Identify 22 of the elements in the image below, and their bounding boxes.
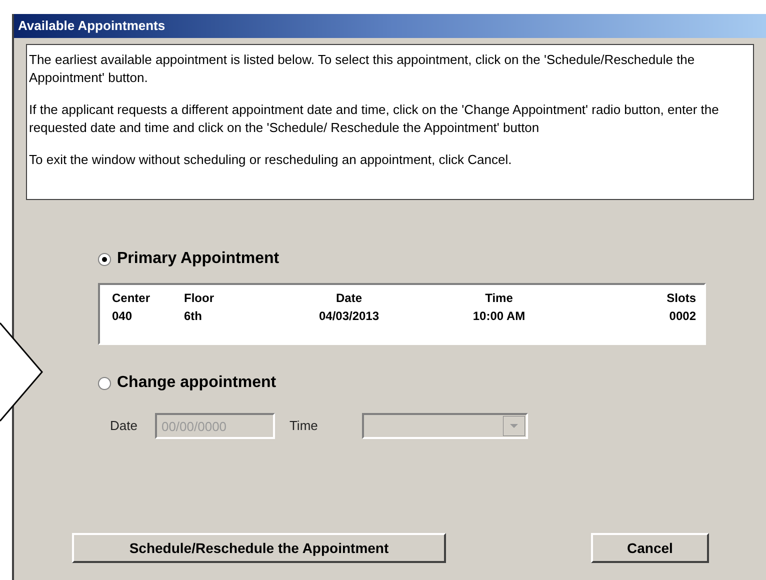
- column-header: Time: [484, 290, 514, 307]
- radio-button[interactable]: [98, 252, 111, 266]
- table-cell-text: 04/03/2013: [318, 308, 380, 325]
- table-cell-text: 6th: [184, 308, 203, 325]
- table-cell-text: 0002: [668, 308, 696, 325]
- radio-label[interactable]: Change appointment: [117, 371, 276, 395]
- schedule-button[interactable]: Schedule/Reschedule the Appointment: [72, 533, 446, 563]
- table-cell-text: 10:00 AM: [472, 308, 526, 325]
- instruction-text: If the applicant requests a different appointment date and time, click on the 'Change Appointment' radio button, enter the requested date and time and click on the 'Schedule/ Reschedule the Appointment' button: [29, 101, 720, 137]
- radio-button[interactable]: [98, 376, 111, 390]
- window-title: Available Appointments: [14, 14, 766, 38]
- table-cell-text: 040: [111, 308, 134, 325]
- radio-label[interactable]: Primary Appointment: [117, 247, 280, 271]
- field-label: Time: [289, 417, 318, 436]
- instruction-text: To exit the window without scheduling or rescheduling an appointment, click Cancel.: [29, 151, 513, 169]
- cancel-button[interactable]: Cancel: [591, 533, 709, 563]
- instruction-text: The earliest available appointment is listed below. To select this appointment, click on the 'Schedule/Reschedule the Appointment' button.: [29, 51, 696, 87]
- field-label: Date: [110, 417, 138, 436]
- column-header: Date: [334, 290, 363, 307]
- column-header: Floor: [184, 290, 215, 307]
- column-header: Slots: [666, 290, 696, 307]
- column-header: Center: [111, 290, 152, 307]
